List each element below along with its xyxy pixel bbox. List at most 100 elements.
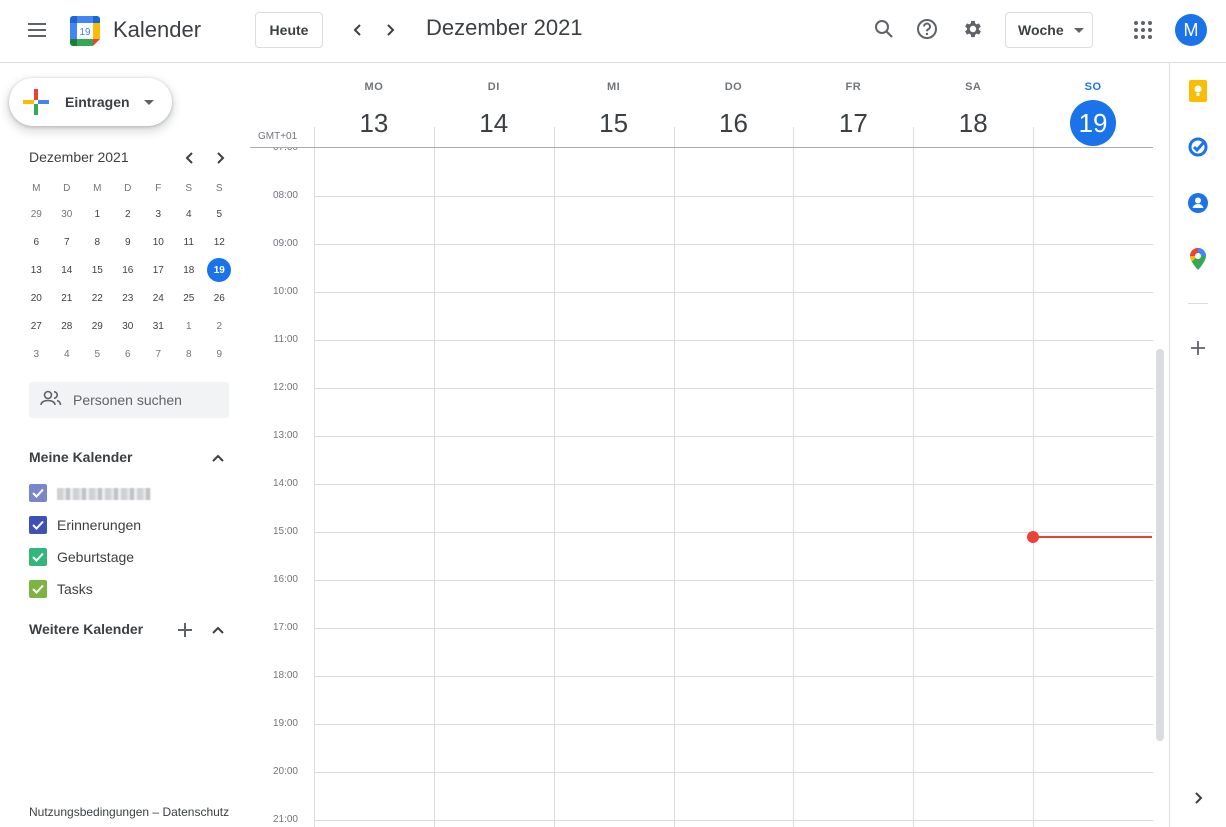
apps-grid-icon[interactable] <box>1134 21 1152 39</box>
previous-period-button[interactable] <box>344 16 372 44</box>
mini-calendar-day[interactable]: 7 <box>143 340 174 368</box>
help-button[interactable] <box>912 14 942 44</box>
mini-calendar-day[interactable]: 2 <box>204 312 235 340</box>
tasks-button[interactable] <box>1187 136 1209 158</box>
mini-calendar-day[interactable]: 8 <box>174 340 205 368</box>
day-header[interactable]: DO 16 <box>674 63 794 147</box>
mini-calendar-day[interactable]: 4 <box>174 200 205 228</box>
calendar-list-item[interactable]: Tasks <box>29 579 229 599</box>
calendar-logo-icon[interactable]: 19 <box>68 14 102 48</box>
calendar-checkbox[interactable] <box>29 516 47 534</box>
day-header[interactable]: FR 17 <box>793 63 913 147</box>
calendar-checkbox[interactable] <box>29 484 47 502</box>
day-header-date[interactable]: 13 <box>351 100 397 146</box>
settings-button[interactable] <box>958 14 988 44</box>
mini-calendar-day[interactable]: 6 <box>113 340 144 368</box>
mini-calendar-day[interactable]: 12 <box>204 228 235 256</box>
mini-calendar-next-button[interactable] <box>210 148 230 168</box>
mini-calendar-day[interactable]: 3 <box>21 340 52 368</box>
mini-calendar-day[interactable]: 13 <box>21 256 52 284</box>
search-button[interactable] <box>869 14 899 44</box>
mini-calendar-day[interactable]: 7 <box>52 228 83 256</box>
week-time-grid[interactable]: 07:00 08:00 09:00 10:00 11:00 12:00 13:00 14:00… <box>250 147 1153 827</box>
mini-calendar-day[interactable]: 3 <box>143 200 174 228</box>
mini-calendar-day[interactable]: 28 <box>52 312 83 340</box>
mini-calendar-day[interactable]: 4 <box>52 340 83 368</box>
mini-calendar-day[interactable]: 24 <box>143 284 174 312</box>
mini-calendar-previous-button[interactable] <box>180 148 200 168</box>
day-header[interactable]: DI 14 <box>434 63 554 147</box>
mini-calendar-day[interactable]: 8 <box>82 228 113 256</box>
contacts-button[interactable] <box>1187 192 1209 214</box>
day-header[interactable]: MO 13 <box>314 63 434 147</box>
mini-calendar-day-number: 20 <box>30 292 42 304</box>
mini-calendar-day[interactable]: 31 <box>143 312 174 340</box>
view-selector[interactable]: Woche <box>1005 12 1093 48</box>
calendar-list-item[interactable]: Geburtstage <box>29 547 229 567</box>
expand-side-panel-button[interactable] <box>1187 787 1209 809</box>
mini-calendar-day[interactable]: 14 <box>52 256 83 284</box>
day-header[interactable]: SA 18 <box>913 63 1033 147</box>
mini-calendar-day[interactable]: 15 <box>82 256 113 284</box>
mini-calendar-day[interactable]: 10 <box>143 228 174 256</box>
chevron-up-icon[interactable] <box>210 622 226 638</box>
keep-button[interactable] <box>1187 80 1209 102</box>
mini-calendar-day[interactable]: 9 <box>204 340 235 368</box>
mini-calendar-day[interactable]: 27 <box>21 312 52 340</box>
day-header-date[interactable]: 14 <box>471 100 517 146</box>
mini-calendar-day[interactable]: 5 <box>82 340 113 368</box>
calendar-checkbox[interactable] <box>29 548 47 566</box>
mini-calendar-day[interactable]: 30 <box>113 312 144 340</box>
main-menu-icon[interactable] <box>17 10 57 50</box>
get-addons-button[interactable] <box>1187 337 1209 359</box>
mini-calendar-day[interactable]: 1 <box>174 312 205 340</box>
my-calendars-title[interactable]: Meine Kalender <box>29 449 132 465</box>
mini-calendar-today[interactable]: 19 <box>204 256 235 284</box>
mini-calendar-day[interactable]: 5 <box>204 200 235 228</box>
next-period-button[interactable] <box>376 16 404 44</box>
day-header-today[interactable]: SO 19 <box>1033 63 1153 147</box>
create-event-button[interactable]: Eintragen <box>9 78 172 126</box>
day-header-separator <box>793 127 795 147</box>
mini-calendar-day[interactable]: 22 <box>82 284 113 312</box>
mini-calendar-day[interactable]: 26 <box>204 284 235 312</box>
add-icon <box>1191 341 1205 355</box>
mini-calendar-day[interactable]: 9 <box>113 228 144 256</box>
day-header-separator <box>314 127 315 147</box>
grid-scrollbar[interactable] <box>1156 349 1164 741</box>
other-calendars-title[interactable]: Weitere Kalender <box>29 621 143 637</box>
mini-calendar-day[interactable]: 1 <box>82 200 113 228</box>
mini-calendar-day[interactable]: 6 <box>21 228 52 256</box>
account-avatar[interactable]: M <box>1175 14 1207 46</box>
day-header[interactable]: MI 15 <box>554 63 674 147</box>
current-time-dot <box>1027 531 1039 543</box>
people-search-field[interactable]: Personen suchen <box>29 382 229 418</box>
mini-calendar-day[interactable]: 18 <box>174 256 205 284</box>
today-button[interactable]: Heute <box>255 12 323 48</box>
mini-calendar-day[interactable]: 20 <box>21 284 52 312</box>
mini-calendar-day[interactable]: 16 <box>113 256 144 284</box>
calendar-list-item[interactable] <box>29 483 229 503</box>
logo-day-number: 19 <box>79 27 91 38</box>
mini-calendar-day[interactable]: 30 <box>52 200 83 228</box>
mini-calendar-day[interactable]: 17 <box>143 256 174 284</box>
mini-calendar-day[interactable]: 29 <box>82 312 113 340</box>
day-header-date[interactable]: 18 <box>950 100 996 146</box>
maps-button[interactable] <box>1187 248 1209 270</box>
calendar-list-item[interactable]: Erinnerungen <box>29 515 229 535</box>
footer-links[interactable]: Nutzungsbedingungen – Datenschutz <box>29 805 229 819</box>
mini-calendar-day[interactable]: 23 <box>113 284 144 312</box>
day-header-date[interactable]: 17 <box>830 100 876 146</box>
calendar-checkbox[interactable] <box>29 580 47 598</box>
mini-calendar-day[interactable]: 21 <box>52 284 83 312</box>
mini-calendar-day[interactable]: 11 <box>174 228 205 256</box>
mini-calendar-week-row: 6 7 8 9 10 11 12 <box>21 228 235 256</box>
day-header-date[interactable]: 15 <box>591 100 637 146</box>
mini-calendar-day[interactable]: 29 <box>21 200 52 228</box>
mini-calendar-day[interactable]: 2 <box>113 200 144 228</box>
chevron-up-icon[interactable] <box>210 450 226 466</box>
add-calendar-icon[interactable] <box>176 621 194 639</box>
day-header-date[interactable]: 19 <box>1070 100 1117 146</box>
mini-calendar-day[interactable]: 25 <box>174 284 205 312</box>
day-header-date[interactable]: 16 <box>710 100 756 146</box>
